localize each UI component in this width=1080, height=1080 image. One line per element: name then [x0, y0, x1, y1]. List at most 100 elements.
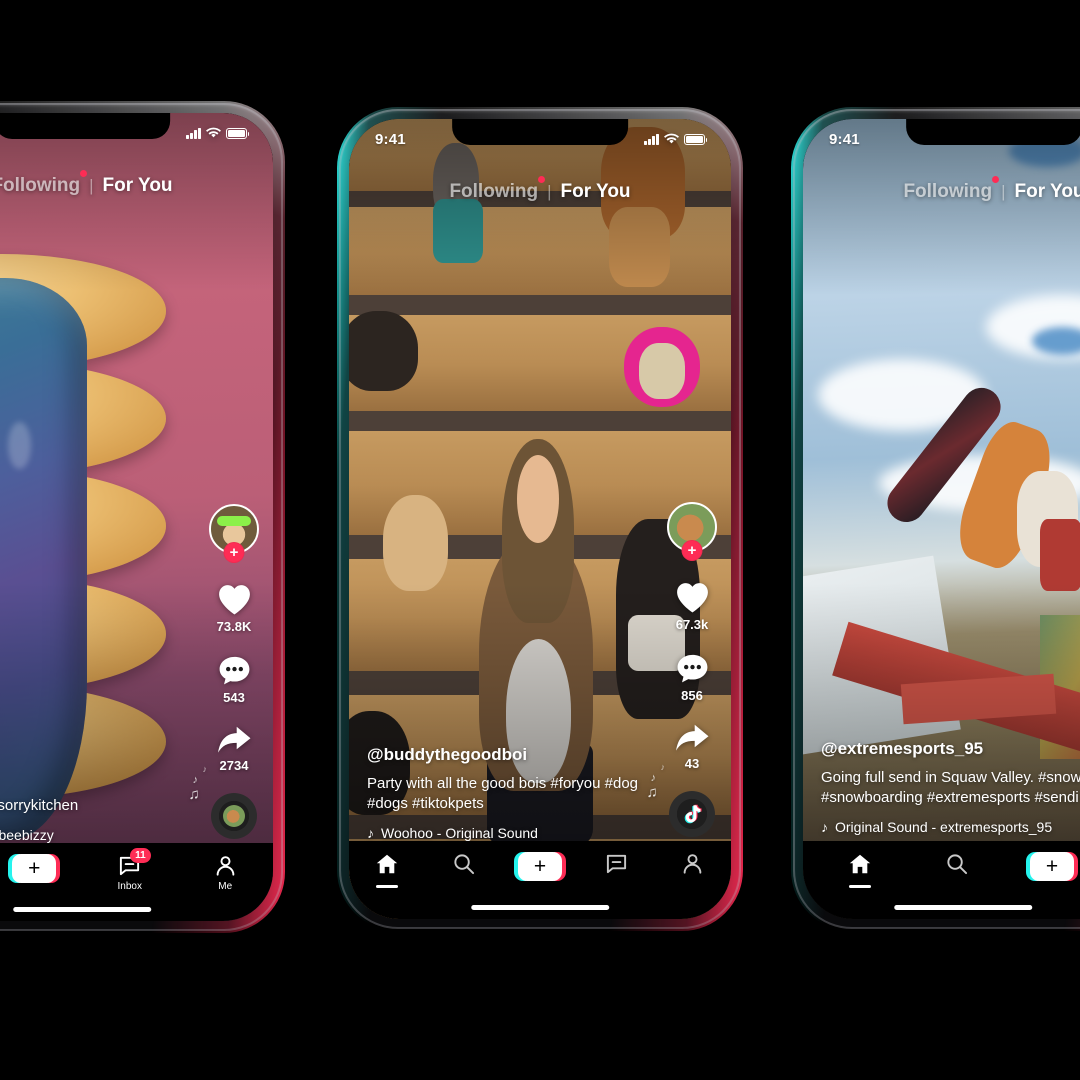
status-bar-middle: 9:41	[349, 119, 731, 153]
music-note-medium-icon: ♪	[192, 774, 199, 787]
follow-button[interactable]: +	[223, 542, 245, 563]
avatar[interactable]: +	[209, 504, 259, 563]
tab-for-you[interactable]: For You	[561, 181, 631, 203]
caption-music-row[interactable]: ♪ Woohoo - Original Sound	[367, 825, 642, 841]
tab-following[interactable]: Following	[0, 170, 88, 197]
plus-sign: +	[1045, 855, 1059, 878]
comment-count: 543	[223, 690, 245, 705]
caption-text: utiful mess. #sorrykitchen	[0, 796, 79, 814]
home-icon	[849, 854, 871, 874]
music-disc[interactable]	[211, 793, 257, 839]
screenshot-canvas: Following | For You + 73.8K 543 2734 ♪ ♪…	[0, 0, 1080, 1080]
music-note-medium-icon: ♪	[650, 772, 657, 785]
active-indicator	[849, 885, 871, 888]
tab-following[interactable]: Following	[903, 176, 1000, 203]
tab-for-you[interactable]: For You	[103, 175, 173, 197]
phone-bezel-left: Following | For You + 73.8K 543 2734 ♪ ♪…	[0, 113, 273, 921]
rider-pack	[1039, 519, 1080, 591]
avatar[interactable]: +	[667, 502, 717, 561]
sidebar-item-me[interactable]: Me	[202, 854, 248, 892]
sidebar-item-discover[interactable]	[933, 852, 979, 875]
music-note-large-icon: ♫	[188, 785, 200, 803]
comment-button[interactable]: 856	[675, 652, 710, 703]
caption-username[interactable]: @buddythegoodboi	[367, 745, 642, 765]
like-button[interactable]: 67.3k	[674, 580, 711, 632]
status-bar-left	[0, 113, 273, 147]
wifi-icon	[664, 133, 679, 144]
plus-sign: +	[533, 855, 547, 878]
like-count: 67.3k	[675, 617, 709, 632]
tab-for-you[interactable]: For You	[1015, 181, 1080, 203]
like-count: 73.8K	[216, 619, 252, 634]
following-notification-dot	[992, 176, 1000, 183]
signal-bars-icon	[186, 127, 201, 139]
heart-icon	[218, 585, 250, 615]
wifi-icon	[206, 127, 221, 138]
phone-bezel-right: 9:41 Following | For You @extremesports_…	[803, 119, 1080, 919]
signal-bars-icon	[644, 133, 659, 145]
home-indicator	[13, 907, 151, 912]
status-clock: 9:41	[829, 130, 860, 148]
music-note-icon: ♪	[367, 825, 374, 841]
phone-screen-left: Following | For You + 73.8K 543 2734 ♪ ♪…	[0, 113, 273, 921]
caption-block-left: bizzy utiful mess. #sorrykitchen ♪ ound …	[0, 767, 184, 843]
create-button[interactable]: +	[1026, 852, 1078, 881]
music-notes-decor: ♪ ♪ ♫	[646, 761, 666, 801]
top-tabs-middle: Following | For You	[349, 176, 731, 203]
sidebar-item-home[interactable]	[364, 852, 410, 888]
plus-icon[interactable]: +	[513, 852, 566, 881]
plus-icon[interactable]: +	[1026, 852, 1078, 881]
like-button[interactable]: 73.8K	[216, 582, 253, 634]
sidebar-item-home[interactable]	[837, 852, 883, 888]
profile-icon	[683, 854, 702, 874]
create-button[interactable]: +	[8, 854, 61, 883]
music-note-large-icon: ♫	[646, 783, 658, 801]
status-bar-right: 9:41	[803, 119, 1080, 153]
caption-text: Party with all the good bois #foryou #do…	[367, 774, 639, 812]
sidebar-item-me[interactable]	[670, 852, 716, 875]
caption-username[interactable]: @extremesports_95	[821, 739, 1080, 759]
share-icon	[676, 724, 709, 751]
tiktok-logo-icon	[684, 804, 702, 824]
follow-button[interactable]: +	[681, 540, 703, 561]
share-count: 43	[684, 756, 700, 771]
home-icon	[376, 854, 398, 874]
comment-count: 856	[681, 688, 703, 703]
inbox-icon	[606, 854, 626, 874]
sidebar-item-inbox[interactable]	[593, 852, 639, 875]
comment-icon	[219, 656, 249, 685]
caption-username[interactable]: bizzy	[0, 767, 184, 787]
caption-music-title: Original Sound - extremesports_95	[835, 819, 1053, 835]
battery-icon	[684, 133, 708, 145]
heart-icon	[676, 583, 708, 613]
tab-following[interactable]: Following	[449, 176, 546, 203]
sidebar-item-discover[interactable]	[441, 852, 487, 875]
share-button[interactable]: 2734	[216, 725, 252, 773]
phone-screen-right: 9:41 Following | For You @extremesports_…	[803, 119, 1080, 919]
top-tabs-right: Following | For You	[803, 176, 1080, 203]
plus-icon[interactable]: +	[8, 854, 61, 883]
status-indicators	[644, 133, 708, 145]
share-button[interactable]: 43	[674, 723, 710, 771]
home-indicator	[471, 905, 609, 910]
create-button[interactable]: +	[513, 852, 566, 881]
music-note-small-icon: ♪	[660, 761, 666, 772]
sidebar-item-inbox[interactable]: 11 Inbox	[107, 848, 153, 892]
action-rail-left: + 73.8K 543 2734	[209, 504, 259, 773]
share-icon	[218, 726, 251, 753]
nav-label-me: Me	[218, 881, 233, 892]
music-disc[interactable]	[669, 791, 715, 837]
phone-bezel-middle: 9:41 Following | For You + 67.3k 856 43 …	[349, 119, 731, 919]
status-clock: 9:41	[375, 130, 406, 148]
music-note-icon: ♪	[821, 819, 828, 835]
phone-screen-middle: 9:41 Following | For You + 67.3k 856 43 …	[349, 119, 731, 919]
following-notification-dot	[538, 176, 546, 183]
comment-button[interactable]: 543	[217, 654, 252, 705]
caption-block-right: @extremesports_95 Going full send in Squ…	[821, 739, 1080, 836]
plus-sign: +	[28, 857, 41, 880]
caption-music-row[interactable]: ♪ ound - bizzybeebizzy	[0, 827, 184, 843]
caption-music-row[interactable]: ♪ Original Sound - extremesports_95	[821, 819, 1080, 835]
nav-label-inbox: Inbox	[117, 881, 142, 892]
caption-music-title: Woohoo - Original Sound	[381, 825, 538, 841]
phone-right: 9:41 Following | For You @extremesports_…	[791, 107, 1080, 931]
